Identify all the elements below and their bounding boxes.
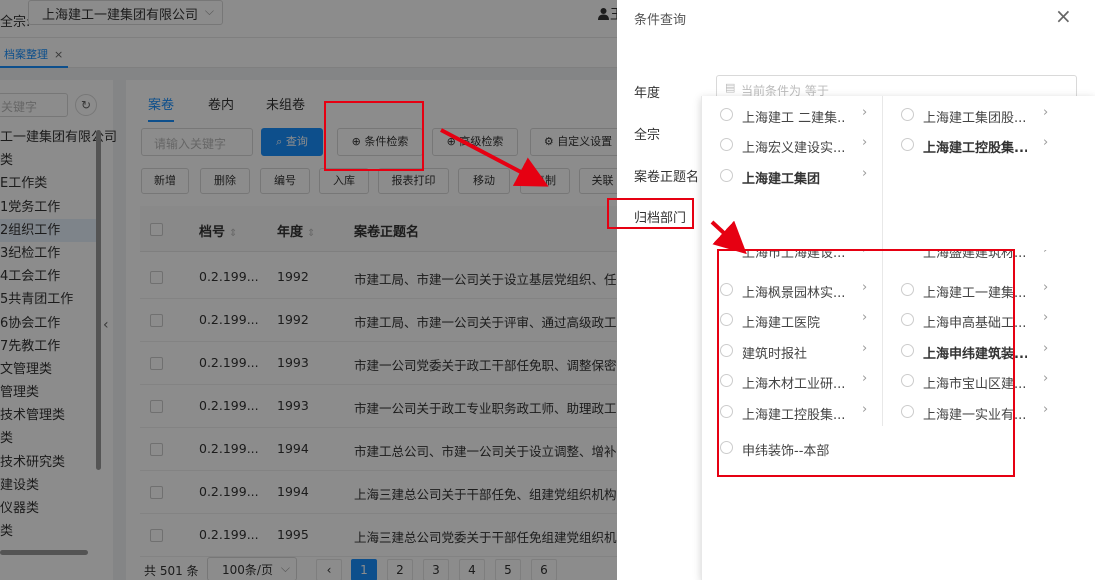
field-label-fonds: 全宗	[634, 128, 661, 143]
cascader-option[interactable]: 上海建工集团股... ›	[883, 100, 1063, 130]
annotation-box-department-label	[607, 198, 694, 229]
chevron-right-icon: ›	[1043, 135, 1049, 150]
chevron-right-icon: ›	[862, 105, 868, 120]
chevron-right-icon: ›	[1043, 105, 1049, 120]
option-label: 上海建工集团股...	[923, 111, 1027, 126]
radio-button[interactable]	[901, 108, 914, 121]
radio-button[interactable]	[720, 138, 733, 151]
option-label: 上海建工控股集...	[923, 141, 1027, 156]
chevron-right-icon: ›	[1043, 341, 1049, 356]
radio-button[interactable]	[901, 138, 914, 151]
chevron-right-icon: ›	[1043, 280, 1049, 295]
option-label: 上海建工 二建集...	[742, 111, 846, 126]
annotation-box-condition-search	[324, 101, 424, 171]
modal-mask[interactable]	[0, 0, 617, 580]
option-label: 上海宏义建设实...	[742, 141, 846, 156]
field-label-year: 年度	[634, 86, 661, 101]
chevron-right-icon: ›	[862, 166, 868, 181]
chevron-right-icon: ›	[1043, 402, 1049, 417]
radio-button[interactable]	[720, 108, 733, 121]
cascader-option[interactable]: 上海建工控股集... ›	[883, 130, 1063, 160]
close-icon[interactable]: ×	[1055, 4, 1072, 28]
calendar-icon: ▤	[725, 81, 736, 94]
chevron-right-icon: ›	[1043, 250, 1048, 257]
annotation-box-department-options	[717, 249, 1015, 477]
cascader-option[interactable]: 上海建工集团 ›	[702, 161, 882, 191]
chevron-right-icon: ›	[1043, 371, 1049, 386]
chevron-right-icon: ›	[862, 135, 868, 150]
drawer-title: 条件查询	[634, 13, 687, 28]
cascader-option[interactable]: 上海宏义建设实... ›	[702, 130, 882, 160]
option-label: 上海建工集团	[742, 172, 821, 187]
cascader-option[interactable]: 上海建工 二建集... ›	[702, 100, 882, 130]
chevron-right-icon: ›	[1043, 310, 1049, 325]
radio-button[interactable]	[720, 169, 733, 182]
field-label-title: 案卷正题名	[634, 170, 700, 185]
